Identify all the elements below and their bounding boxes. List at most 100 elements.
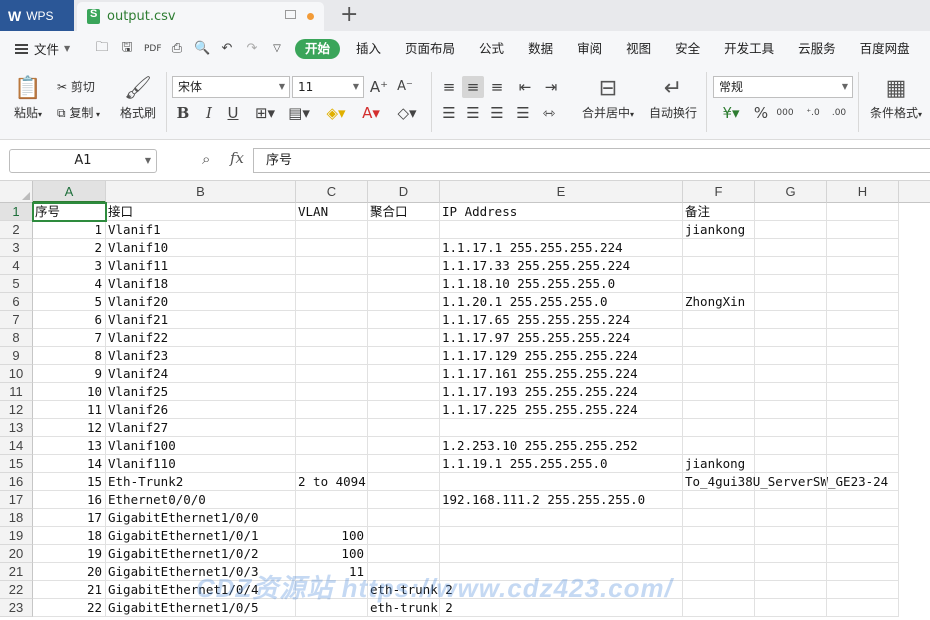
- cell-f1[interactable]: 备注: [683, 203, 755, 221]
- row-header[interactable]: 1: [0, 203, 33, 221]
- cell-b12[interactable]: Vlanif26: [106, 401, 296, 419]
- cell-g2[interactable]: [755, 221, 827, 239]
- row-header[interactable]: 11: [0, 383, 33, 401]
- name-box[interactable]: A1 ▼: [9, 149, 157, 173]
- tab-5[interactable]: 审阅: [565, 39, 614, 59]
- decrease-font-icon[interactable]: A⁻: [394, 76, 416, 98]
- increase-decimal-icon[interactable]: ⁺.0: [802, 102, 824, 124]
- cell-c8[interactable]: [296, 329, 368, 347]
- cell-g17[interactable]: [755, 491, 827, 509]
- cell-e3[interactable]: 1.1.17.1 255.255.255.224: [440, 239, 683, 257]
- cell-e2[interactable]: [440, 221, 683, 239]
- row-header[interactable]: 10: [0, 365, 33, 383]
- cell-h16[interactable]: [827, 473, 899, 491]
- customize-toolbar-icon[interactable]: ▽: [269, 43, 285, 54]
- cell-a8[interactable]: 7: [33, 329, 106, 347]
- cell-h11[interactable]: [827, 383, 899, 401]
- row-header[interactable]: 20: [0, 545, 33, 563]
- cell-c11[interactable]: [296, 383, 368, 401]
- increase-font-icon[interactable]: A⁺: [368, 76, 390, 98]
- cell-d22[interactable]: eth-trunk 2: [368, 581, 453, 599]
- cell-g22[interactable]: [755, 581, 827, 599]
- row-header[interactable]: 7: [0, 311, 33, 329]
- cell-f18[interactable]: [683, 509, 755, 527]
- cell-c15[interactable]: [296, 455, 368, 473]
- cell-h14[interactable]: [827, 437, 899, 455]
- cell-a22[interactable]: 21: [33, 581, 106, 599]
- cell-d15[interactable]: [368, 455, 440, 473]
- cell-d1[interactable]: 聚合口: [368, 203, 440, 221]
- cell-h2[interactable]: [827, 221, 899, 239]
- cell-g3[interactable]: [755, 239, 827, 257]
- cell-d4[interactable]: [368, 257, 440, 275]
- cell-d18[interactable]: [368, 509, 440, 527]
- cell-a5[interactable]: 4: [33, 275, 106, 293]
- spreadsheet-grid[interactable]: A B C D E F G H 1 序号 接口 VLAN 聚合口 IP Address 备注 2 1 Vlanif…: [0, 181, 930, 620]
- cell-d2[interactable]: [368, 221, 440, 239]
- cell-d3[interactable]: [368, 239, 440, 257]
- cell-g23[interactable]: [755, 599, 827, 617]
- cell-e5[interactable]: 1.1.18.10 255.255.255.0: [440, 275, 683, 293]
- cell-a2[interactable]: 1: [33, 221, 106, 239]
- underline-icon[interactable]: U: [222, 102, 244, 124]
- window-mode-icon[interactable]: [285, 10, 296, 19]
- cell-h6[interactable]: [827, 293, 899, 311]
- bold-icon[interactable]: B: [172, 102, 194, 124]
- cell-d11[interactable]: [368, 383, 440, 401]
- file-menu-button[interactable]: 文件 ▼: [0, 39, 88, 58]
- cell-a17[interactable]: 16: [33, 491, 106, 509]
- cell-d10[interactable]: [368, 365, 440, 383]
- distribute-icon[interactable]: ⇿: [538, 102, 560, 124]
- column-header-a[interactable]: A: [33, 181, 106, 203]
- cell-a16[interactable]: 15: [33, 473, 106, 491]
- row-header[interactable]: 17: [0, 491, 33, 509]
- wrap-text-button[interactable]: ↵ 自动换行: [646, 74, 700, 121]
- cell-d12[interactable]: [368, 401, 440, 419]
- cell-h8[interactable]: [827, 329, 899, 347]
- cell-b2[interactable]: Vlanif1: [106, 221, 296, 239]
- cell-h18[interactable]: [827, 509, 899, 527]
- increase-indent-icon[interactable]: ⇥: [540, 76, 562, 98]
- cell-b23[interactable]: GigabitEthernet1/0/5: [106, 599, 296, 617]
- tab-4[interactable]: 数据: [516, 39, 565, 59]
- row-header[interactable]: 6: [0, 293, 33, 311]
- justify-icon[interactable]: ☰: [512, 102, 534, 124]
- cell-g9[interactable]: [755, 347, 827, 365]
- tab-0[interactable]: 开始: [295, 38, 341, 59]
- cell-g1[interactable]: [755, 203, 827, 221]
- currency-icon[interactable]: ¥▾: [716, 102, 746, 124]
- cell-f2[interactable]: jiankong: [683, 221, 755, 239]
- cell-h15[interactable]: [827, 455, 899, 473]
- number-format-select[interactable]: 常规 ▼: [713, 76, 853, 98]
- cell-g13[interactable]: [755, 419, 827, 437]
- row-header[interactable]: 5: [0, 275, 33, 293]
- cell-e20[interactable]: [440, 545, 683, 563]
- print-preview-icon[interactable]: 🔍: [194, 41, 210, 56]
- cell-d23[interactable]: eth-trunk 2: [368, 599, 453, 617]
- cell-d8[interactable]: [368, 329, 440, 347]
- cell-e21[interactable]: [440, 563, 683, 581]
- row-header[interactable]: 12: [0, 401, 33, 419]
- cell-g12[interactable]: [755, 401, 827, 419]
- cell-h21[interactable]: [827, 563, 899, 581]
- cell-g16[interactable]: [755, 473, 827, 491]
- cell-c16[interactable]: 2 to 4094: [296, 473, 368, 491]
- cell-g19[interactable]: [755, 527, 827, 545]
- cell-h1[interactable]: [827, 203, 899, 221]
- cell-c23[interactable]: [296, 599, 368, 617]
- cell-g11[interactable]: [755, 383, 827, 401]
- cell-b18[interactable]: GigabitEthernet1/0/0: [106, 509, 296, 527]
- row-header[interactable]: 21: [0, 563, 33, 581]
- conditional-format-button[interactable]: ▦ 条件格式▾: [866, 74, 926, 121]
- cell-b22[interactable]: GigabitEthernet1/0/4: [106, 581, 296, 599]
- tab-8[interactable]: 开发工具: [712, 39, 786, 59]
- row-header[interactable]: 3: [0, 239, 33, 257]
- cell-c18[interactable]: [296, 509, 368, 527]
- new-tab-button[interactable]: +: [340, 2, 358, 27]
- cell-g8[interactable]: [755, 329, 827, 347]
- cell-d14[interactable]: [368, 437, 440, 455]
- font-color-icon[interactable]: A▾: [356, 102, 386, 124]
- cell-b4[interactable]: Vlanif11: [106, 257, 296, 275]
- cell-d19[interactable]: [368, 527, 440, 545]
- cell-f3[interactable]: [683, 239, 755, 257]
